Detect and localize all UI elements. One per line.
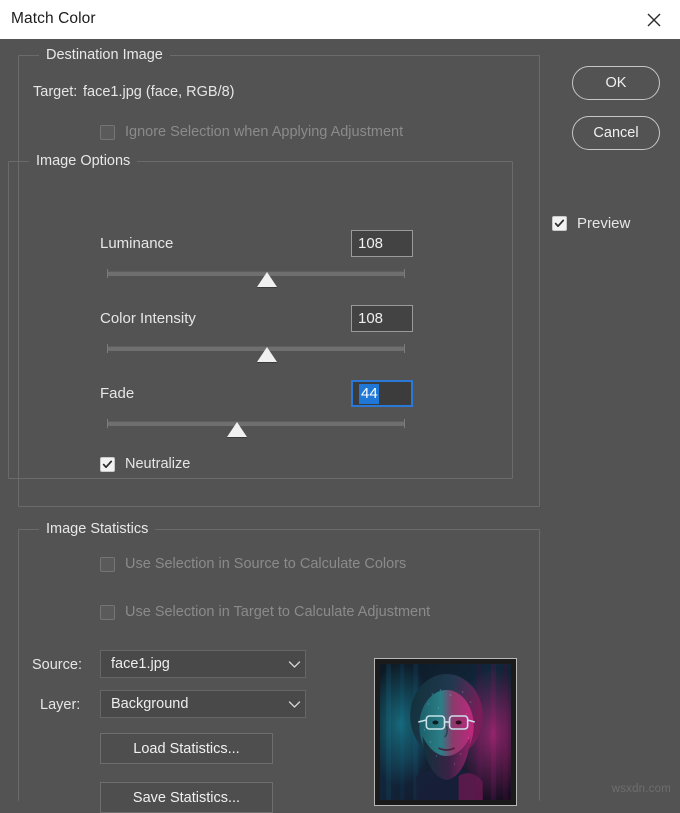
ignore-selection-checkbox-row: Ignore Selection when Applying Adjustmen… — [100, 125, 403, 140]
watermark: wsxdn.com — [612, 783, 671, 795]
color-intensity-input[interactable]: 108 — [351, 305, 413, 332]
use-selection-target-checkbox-row: Use Selection in Target to Calculate Adj… — [100, 605, 430, 620]
layer-dropdown[interactable]: Background — [100, 690, 306, 718]
destination-image-legend: Destination Image — [39, 47, 170, 63]
use-selection-source-checkbox-row: Use Selection in Source to Calculate Col… — [100, 557, 406, 572]
luminance-label: Luminance — [100, 235, 173, 252]
ignore-selection-label: Ignore Selection when Applying Adjustmen… — [125, 125, 403, 140]
use-selection-source-label: Use Selection in Source to Calculate Col… — [125, 557, 406, 572]
color-intensity-value: 108 — [358, 311, 383, 326]
ignore-selection-checkbox — [100, 125, 115, 140]
luminance-slider-thumb[interactable] — [257, 272, 277, 287]
color-intensity-slider-track[interactable] — [108, 346, 404, 351]
cancel-button[interactable]: Cancel — [572, 116, 660, 150]
neutralize-label: Neutralize — [125, 457, 190, 472]
preview-label: Preview — [577, 216, 630, 231]
fade-label: Fade — [100, 385, 134, 402]
chevron-down-icon — [283, 700, 305, 709]
thumbnail-image — [380, 664, 511, 800]
luminance-slider-track[interactable] — [108, 271, 404, 276]
layer-label: Layer: — [40, 697, 80, 713]
chevron-down-icon — [283, 660, 305, 669]
color-intensity-label: Color Intensity — [100, 310, 196, 327]
save-statistics-button[interactable]: Save Statistics... — [100, 782, 273, 813]
image-statistics-legend: Image Statistics — [39, 521, 155, 537]
window-title: Match Color — [11, 10, 96, 28]
source-label: Source: — [32, 657, 82, 673]
fade-input[interactable]: 44 — [351, 380, 413, 407]
close-icon[interactable] — [628, 0, 680, 39]
target-label: Target: — [33, 84, 77, 100]
dialog-body: Destination Image Target: face1.jpg (fac… — [0, 39, 680, 801]
preview-checkbox-row[interactable]: Preview — [552, 216, 630, 231]
neutralize-checkbox[interactable] — [100, 457, 115, 472]
use-selection-source-checkbox — [100, 557, 115, 572]
image-options-legend: Image Options — [29, 153, 137, 169]
ok-button[interactable]: OK — [572, 66, 660, 100]
load-statistics-button[interactable]: Load Statistics... — [100, 733, 273, 764]
source-dropdown-value: face1.jpg — [101, 656, 283, 672]
preview-checkbox[interactable] — [552, 216, 567, 231]
use-selection-target-checkbox — [100, 605, 115, 620]
source-dropdown[interactable]: face1.jpg — [100, 650, 306, 678]
layer-dropdown-value: Background — [101, 696, 283, 712]
image-options-group: Image Options — [8, 161, 513, 479]
target-value: face1.jpg (face, RGB/8) — [83, 84, 235, 100]
color-intensity-slider-thumb[interactable] — [257, 347, 277, 362]
neutralize-checkbox-row[interactable]: Neutralize — [100, 457, 190, 472]
luminance-value: 108 — [358, 236, 383, 251]
use-selection-target-label: Use Selection in Target to Calculate Adj… — [125, 605, 430, 620]
fade-value: 44 — [359, 384, 379, 404]
fade-slider-thumb[interactable] — [227, 422, 247, 437]
title-bar: Match Color — [0, 0, 680, 40]
source-image-thumbnail — [374, 658, 517, 806]
fade-slider-track[interactable] — [108, 421, 404, 426]
luminance-input[interactable]: 108 — [351, 230, 413, 257]
